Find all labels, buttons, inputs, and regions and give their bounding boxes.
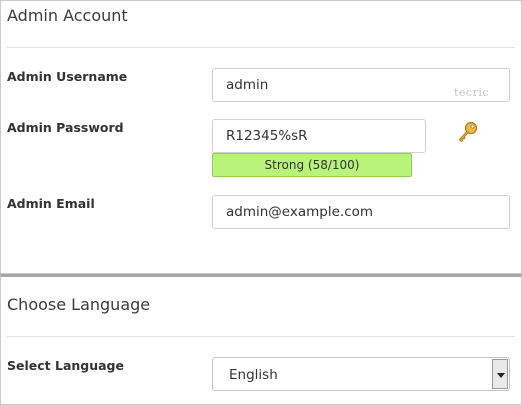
admin-email-value: admin@example.com [226, 204, 374, 220]
password-strength-meter: Strong (58/100) [212, 153, 412, 177]
admin-password-label: Admin Password [7, 120, 124, 135]
admin-password-field[interactable]: R12345%sR [212, 119, 426, 153]
admin-username-label: Admin Username [7, 69, 128, 84]
username-watermark: tecric [453, 86, 489, 99]
admin-account-title: Admin Account [7, 6, 128, 25]
choose-language-title: Choose Language [7, 295, 151, 314]
admin-username-field[interactable]: admin tecric [212, 68, 510, 102]
admin-email-field[interactable]: admin@example.com [212, 195, 510, 229]
language-divider [7, 336, 515, 337]
select-language-label: Select Language [7, 358, 124, 373]
language-select[interactable]: English [212, 357, 510, 391]
admin-username-value: admin [226, 77, 269, 93]
key-icon[interactable] [456, 119, 480, 143]
admin-divider [7, 47, 515, 48]
admin-password-value: R12345%sR [226, 128, 308, 144]
admin-email-label: Admin Email [7, 196, 95, 211]
language-select-value: English [229, 367, 278, 383]
chevron-down-icon[interactable] [492, 359, 508, 389]
